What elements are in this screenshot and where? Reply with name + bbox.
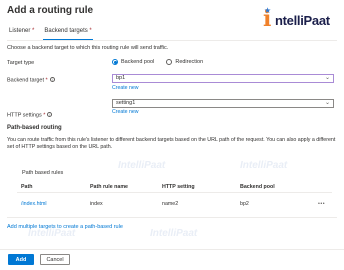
- tab-backend-targets-label: Backend targets: [44, 28, 88, 34]
- tab-bar: Listener * Backend targets *: [8, 28, 93, 40]
- backend-description: Choose a backend target to which this ro…: [7, 45, 169, 51]
- logo-star-icon: ★: [264, 6, 272, 15]
- table-row[interactable]: /index.html index name2 bp2 •••: [17, 197, 332, 211]
- info-icon[interactable]: i: [49, 77, 55, 82]
- path-routing-heading: Path-based routing: [7, 125, 62, 131]
- more-options-icon[interactable]: •••: [318, 201, 332, 207]
- path-rules-table: Path Path rule name HTTP setting Backend…: [17, 181, 332, 211]
- dialog-title: Add a routing rule: [7, 5, 94, 16]
- http-settings-label: HTTP settings * i: [7, 112, 53, 119]
- rule-name-cell: index: [90, 201, 103, 207]
- column-header: HTTP setting: [162, 183, 195, 190]
- intellipaat-logo: i ★ ntelliPaat: [263, 6, 343, 34]
- radio-backend-pool-label: Backend pool: [121, 59, 155, 65]
- http-setting-cell: name2: [162, 201, 179, 207]
- table-header: Path Path rule name HTTP setting Backend…: [17, 181, 332, 193]
- radio-redirection-label: Redirection: [175, 59, 204, 65]
- http-settings-label-text: HTTP settings: [7, 112, 42, 119]
- radio-redirection[interactable]: Redirection: [166, 59, 203, 65]
- backend-target-select[interactable]: bp1 ⌄: [112, 74, 334, 83]
- backend-pool-cell: bp2: [240, 201, 249, 207]
- cancel-button[interactable]: Cancel: [40, 254, 70, 265]
- required-marker: *: [89, 28, 92, 34]
- watermark: IntelliPaat: [150, 228, 198, 239]
- chevron-down-icon: ⌄: [324, 75, 330, 81]
- required-marker: *: [45, 77, 48, 84]
- watermark: IntelliPaat: [118, 160, 166, 171]
- target-type-label: Target type: [7, 60, 34, 66]
- column-header: Path: [21, 183, 33, 190]
- required-marker: *: [43, 112, 46, 119]
- path-based-rules-label: Path based rules: [22, 170, 64, 176]
- column-header: Backend pool: [240, 183, 275, 190]
- radio-unselected-icon: [166, 59, 173, 65]
- chevron-down-icon: ⌄: [324, 100, 330, 106]
- http-settings-create-new-link[interactable]: Create new: [112, 109, 139, 115]
- tabs-divider: [7, 40, 337, 41]
- radio-selected-icon: [112, 59, 118, 65]
- info-icon[interactable]: i: [47, 112, 53, 117]
- path-cell[interactable]: /index.html: [17, 201, 90, 207]
- add-button[interactable]: Add: [8, 254, 34, 265]
- backend-target-value: bp1: [116, 75, 126, 81]
- tab-listener[interactable]: Listener *: [8, 28, 35, 40]
- path-routing-description: You can route traffic from this rule's l…: [7, 137, 336, 150]
- add-multiple-targets-link[interactable]: Add multiple targets to create a path-ba…: [7, 224, 123, 230]
- tab-backend-targets[interactable]: Backend targets *: [43, 28, 93, 40]
- radio-backend-pool[interactable]: Backend pool: [112, 59, 154, 65]
- table-divider: [7, 217, 337, 218]
- watermark: IntelliPaat: [240, 160, 288, 171]
- footer-divider: [0, 249, 344, 250]
- tab-listener-label: Listener: [9, 28, 31, 34]
- column-header: Path rule name: [90, 183, 128, 190]
- required-marker: *: [32, 28, 35, 34]
- backend-target-create-new-link[interactable]: Create new: [112, 85, 139, 91]
- target-type-label-text: Target type: [7, 60, 35, 66]
- backend-target-label: Backend target * i: [7, 77, 55, 83]
- target-type-radio-group: Backend pool Redirection: [112, 59, 203, 65]
- http-settings-value: setting1: [116, 100, 136, 106]
- http-settings-select[interactable]: setting1 ⌄: [112, 99, 334, 108]
- logo-word: ntelliPaat: [275, 13, 330, 28]
- backend-target-label-text: Backend target: [7, 77, 44, 84]
